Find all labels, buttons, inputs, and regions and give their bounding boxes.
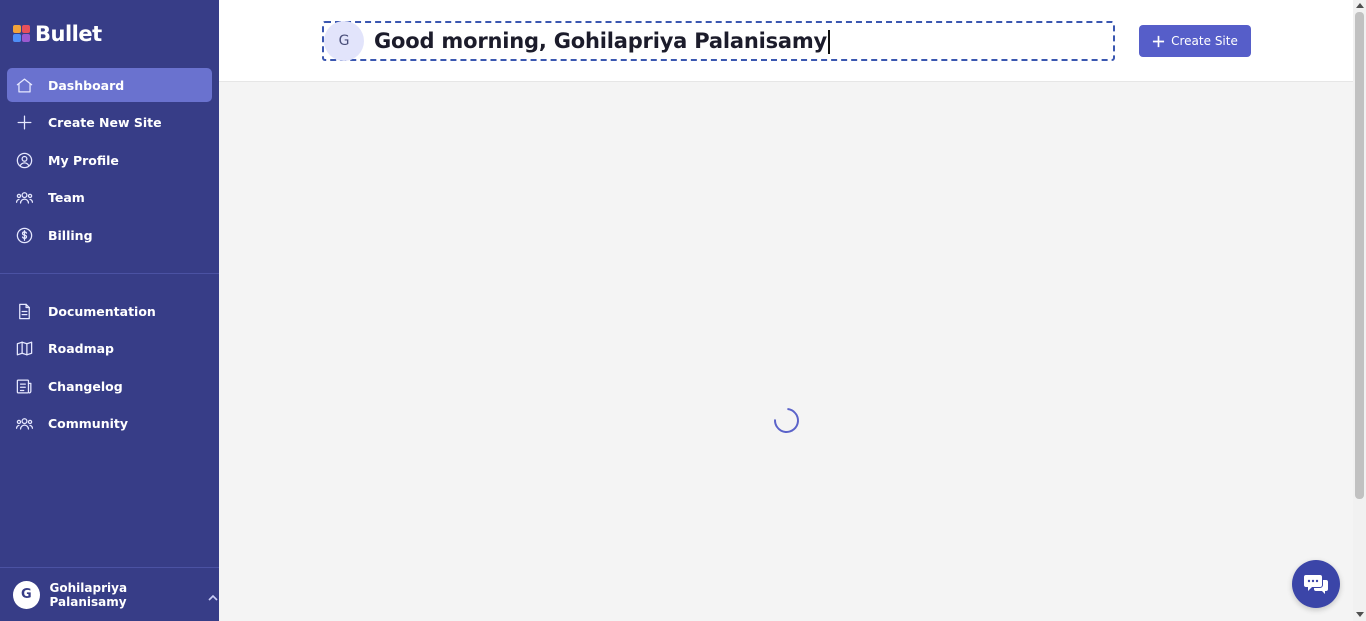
sidebar-item-documentation[interactable]: Documentation — [7, 294, 212, 328]
community-icon — [14, 413, 34, 433]
create-site-button[interactable]: Create Site — [1139, 25, 1251, 57]
sidebar-item-changelog[interactable]: Changelog — [7, 369, 212, 403]
sidebar-item-billing[interactable]: Billing — [7, 218, 212, 252]
scroll-down-arrow-icon[interactable] — [1356, 612, 1364, 617]
plus-icon — [14, 112, 34, 132]
sidebar-item-label: Roadmap — [48, 340, 115, 356]
team-icon — [14, 187, 34, 207]
sidebar-item-label: Community — [48, 415, 129, 431]
chat-widget-button[interactable] — [1292, 560, 1340, 608]
sidebar-item-label: Changelog — [48, 378, 123, 394]
page-title: Good morning, Gohilapriya Palanisamy — [374, 29, 830, 54]
sidebar-item-label: My Profile — [48, 152, 119, 168]
greeting-editable[interactable]: G Good morning, Gohilapriya Palanisamy — [322, 21, 1115, 61]
sidebar-item-label: Create New Site — [48, 114, 162, 130]
scroll-up-arrow-icon[interactable] — [1356, 3, 1364, 8]
avatar: G — [13, 580, 40, 609]
sidebar-item-roadmap[interactable]: Roadmap — [7, 331, 212, 365]
sidebar-item-label: Documentation — [48, 303, 156, 319]
sidebar-divider — [0, 273, 219, 274]
top-bar: G Good morning, Gohilapriya Palanisamy C… — [219, 0, 1353, 82]
user-name: Gohilapriya Palanisamy — [49, 580, 128, 609]
loading-spinner-icon — [768, 402, 805, 439]
chevron-up-icon — [207, 589, 219, 601]
scrollbar[interactable] — [1353, 0, 1366, 621]
chat-icon — [1304, 575, 1328, 594]
map-icon — [14, 338, 34, 358]
logo[interactable]: Bullet — [13, 22, 102, 46]
sidebar-item-create-new-site[interactable]: Create New Site — [7, 105, 212, 139]
text-caret — [828, 29, 830, 54]
home-icon — [14, 75, 34, 95]
sidebar-item-label: Team — [48, 189, 85, 205]
sidebar-item-my-profile[interactable]: My Profile — [7, 143, 212, 177]
document-icon — [14, 301, 34, 321]
user-circle-icon — [14, 150, 34, 170]
plus-icon — [1153, 35, 1165, 47]
brand-name: Bullet — [35, 22, 102, 46]
user-menu[interactable]: G Gohilapriya Palanisamy — [0, 567, 219, 621]
dollar-icon — [14, 225, 34, 245]
sidebar-item-community[interactable]: Community — [7, 406, 212, 440]
main-content — [219, 83, 1353, 621]
sidebar-item-team[interactable]: Team — [7, 180, 212, 214]
create-site-label: Create Site — [1171, 34, 1238, 48]
app-root: Bullet Dashboard Create New Site My Prof… — [0, 0, 1366, 621]
scroll-thumb[interactable] — [1355, 12, 1364, 499]
sidebar-item-label: Dashboard — [48, 77, 125, 93]
changelog-icon — [14, 376, 34, 396]
sidebar: Bullet Dashboard Create New Site My Prof… — [0, 0, 219, 621]
bullet-logo-icon — [13, 25, 31, 43]
avatar: G — [324, 21, 364, 61]
sidebar-item-dashboard[interactable]: Dashboard — [7, 68, 212, 102]
sidebar-item-label: Billing — [48, 227, 93, 243]
